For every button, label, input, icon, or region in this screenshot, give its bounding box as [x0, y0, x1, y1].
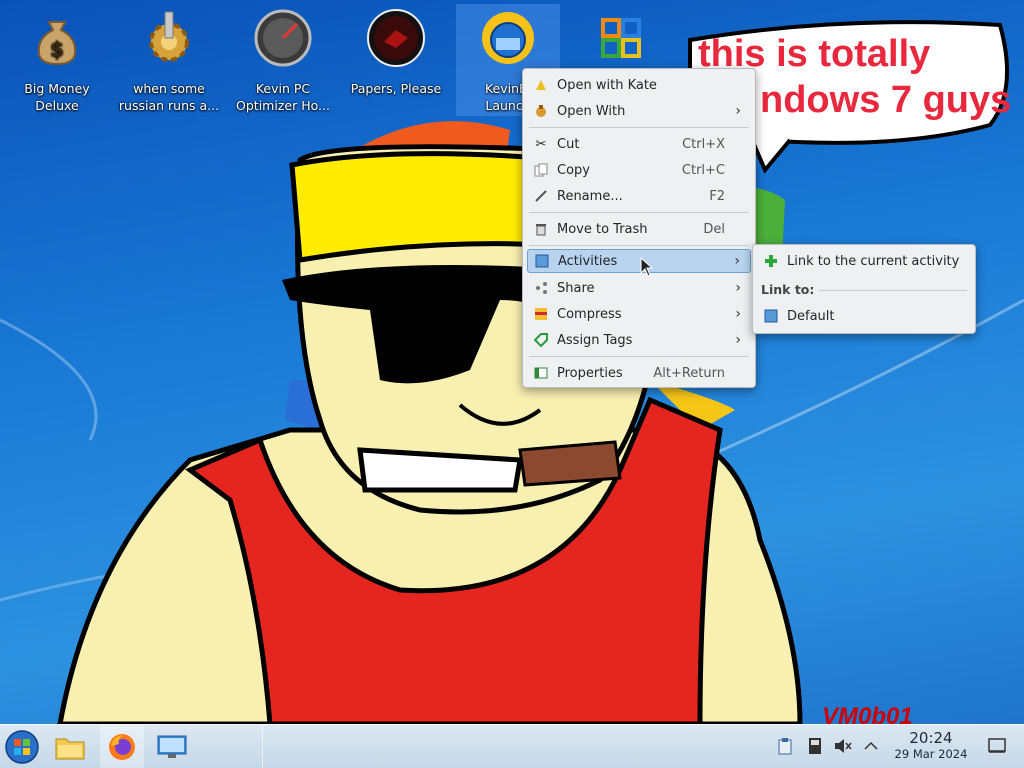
compress-icon: [532, 305, 550, 323]
desktop-icon-label: Optimizer Ho...: [236, 98, 330, 113]
menu-item-properties[interactable]: Properties Alt+Return: [527, 361, 751, 385]
activities-icon: [533, 252, 551, 270]
desktop-icon-label: Big Money: [24, 81, 90, 96]
submenu-item-label: Link to the current activity: [787, 253, 960, 269]
launcher-globe-icon: [478, 8, 538, 68]
menu-item-label: Move to Trash: [557, 221, 648, 237]
system-settings-icon: [157, 735, 187, 758]
plus-icon: [762, 252, 780, 270]
menu-item-label: Copy: [557, 162, 590, 178]
desktop-icon-label: russian runs a...: [118, 98, 220, 113]
taskbar-file-manager[interactable]: [48, 725, 92, 768]
menu-item-shortcut: Alt+Return: [653, 365, 725, 381]
chevron-right-icon: ›: [735, 280, 741, 296]
menu-separator: [529, 212, 749, 213]
file-manager-icon: [55, 738, 85, 760]
submenu-separator: [819, 290, 967, 291]
menu-item-copy[interactable]: Copy Ctrl+C: [527, 158, 751, 182]
start-orb-icon: [5, 730, 39, 764]
context-menu: Open with Kate Open With › ✂ Cut Ctrl+X …: [522, 68, 756, 388]
open-with-icon: [532, 102, 550, 120]
taskbar: 20:24 29 Mar 2024: [0, 724, 1024, 768]
menu-item-label: Activities: [558, 253, 618, 269]
menu-item-cut[interactable]: ✂ Cut Ctrl+X: [527, 132, 751, 156]
chevron-right-icon: ›: [735, 306, 741, 322]
kate-icon: [532, 76, 550, 94]
money-bag-icon: $: [27, 8, 87, 68]
menu-item-assign-tags[interactable]: Assign Tags ›: [527, 328, 751, 352]
menu-item-rename[interactable]: Rename... F2: [527, 184, 751, 208]
copy-icon: [532, 161, 550, 179]
menu-item-label: Share: [557, 280, 595, 296]
office-icon: [591, 8, 651, 68]
activities-icon: [762, 307, 780, 325]
clock-date: 29 Mar 2024: [894, 747, 968, 761]
trash-icon: [532, 220, 550, 238]
clipboard-icon[interactable]: [774, 735, 796, 757]
submenu-item-default[interactable]: Default: [757, 304, 971, 328]
show-desktop-icon[interactable]: [986, 735, 1008, 757]
menu-separator: [529, 127, 749, 128]
menu-item-shortcut: Ctrl+X: [682, 136, 725, 152]
menu-item-shortcut: Ctrl+C: [681, 162, 725, 178]
clock[interactable]: 20:24 29 Mar 2024: [884, 729, 978, 761]
menu-item-label: Open with Kate: [557, 77, 657, 93]
properties-icon: [532, 364, 550, 382]
chevron-right-icon: ›: [734, 253, 740, 269]
svg-text:$: $: [50, 37, 64, 61]
tag-icon: [532, 331, 550, 349]
menu-item-label: Properties: [557, 365, 623, 381]
menu-item-label: Rename...: [557, 188, 623, 204]
menu-item-label: Cut: [557, 136, 580, 152]
clock-time: 20:24: [909, 729, 953, 747]
menu-item-label: Compress: [557, 306, 622, 322]
submenu-item-label: Default: [787, 308, 835, 324]
cog-icon: [139, 8, 199, 68]
menu-item-open-with-kate[interactable]: Open with Kate: [527, 73, 751, 97]
desktop-icon-label: Papers, Please: [350, 81, 442, 96]
menu-item-open-with[interactable]: Open With ›: [527, 99, 751, 123]
desktop-icon-label: Kevin PC: [255, 81, 311, 96]
menu-item-move-to-trash[interactable]: Move to Trash Del: [527, 217, 751, 241]
taskbar-system-settings[interactable]: [150, 725, 194, 768]
menu-item-share[interactable]: Share ›: [527, 276, 751, 300]
menu-item-shortcut: F2: [709, 188, 725, 204]
submenu-item-link-current-activity[interactable]: Link to the current activity: [757, 249, 971, 273]
mouse-cursor-icon: [640, 257, 654, 277]
menu-item-shortcut: Del: [703, 221, 725, 237]
storage-icon[interactable]: [804, 735, 826, 757]
menu-separator: [529, 356, 749, 357]
desktop-icon-label: when some: [133, 81, 205, 96]
menu-item-compress[interactable]: Compress ›: [527, 302, 751, 326]
chevron-right-icon: ›: [735, 103, 741, 119]
rename-icon: [532, 187, 550, 205]
speech-bubble-line-2: ndows 7 guys: [760, 79, 1012, 121]
desktop-icon-russian-runs[interactable]: when some russian runs a...: [114, 4, 224, 114]
desktop-icon-kevin-pc-optimizer[interactable]: Kevin PC Optimizer Ho...: [228, 4, 338, 114]
desktop-icon-label: Deluxe: [35, 98, 79, 113]
taskbar-firefox[interactable]: [100, 725, 144, 768]
desktop-icon-papers-please[interactable]: Papers, Please: [341, 4, 451, 97]
submenu-section-header: Link to:: [761, 282, 815, 297]
share-icon: [532, 279, 550, 297]
volume-muted-icon[interactable]: [832, 735, 854, 757]
firefox-icon: [109, 734, 135, 760]
papers-please-icon: [366, 8, 426, 68]
gauge-icon: [253, 8, 313, 68]
menu-item-label: Assign Tags: [557, 332, 633, 348]
activities-submenu: Link to the current activity Link to: De…: [752, 244, 976, 334]
start-button[interactable]: [0, 725, 44, 768]
menu-separator: [529, 245, 749, 246]
desktop[interactable]: this is totally ndows 7 guys VM0b01 $ Bi…: [0, 0, 1024, 768]
chevron-up-icon[interactable]: [860, 735, 882, 757]
menu-item-label: Open With: [557, 103, 626, 119]
scissors-icon: ✂: [535, 136, 547, 152]
desktop-icon-big-money-deluxe[interactable]: $ Big Money Deluxe: [2, 4, 112, 114]
chevron-right-icon: ›: [735, 332, 741, 348]
menu-item-activities[interactable]: Activities ›: [527, 249, 751, 273]
taskbar-divider: [262, 725, 263, 768]
